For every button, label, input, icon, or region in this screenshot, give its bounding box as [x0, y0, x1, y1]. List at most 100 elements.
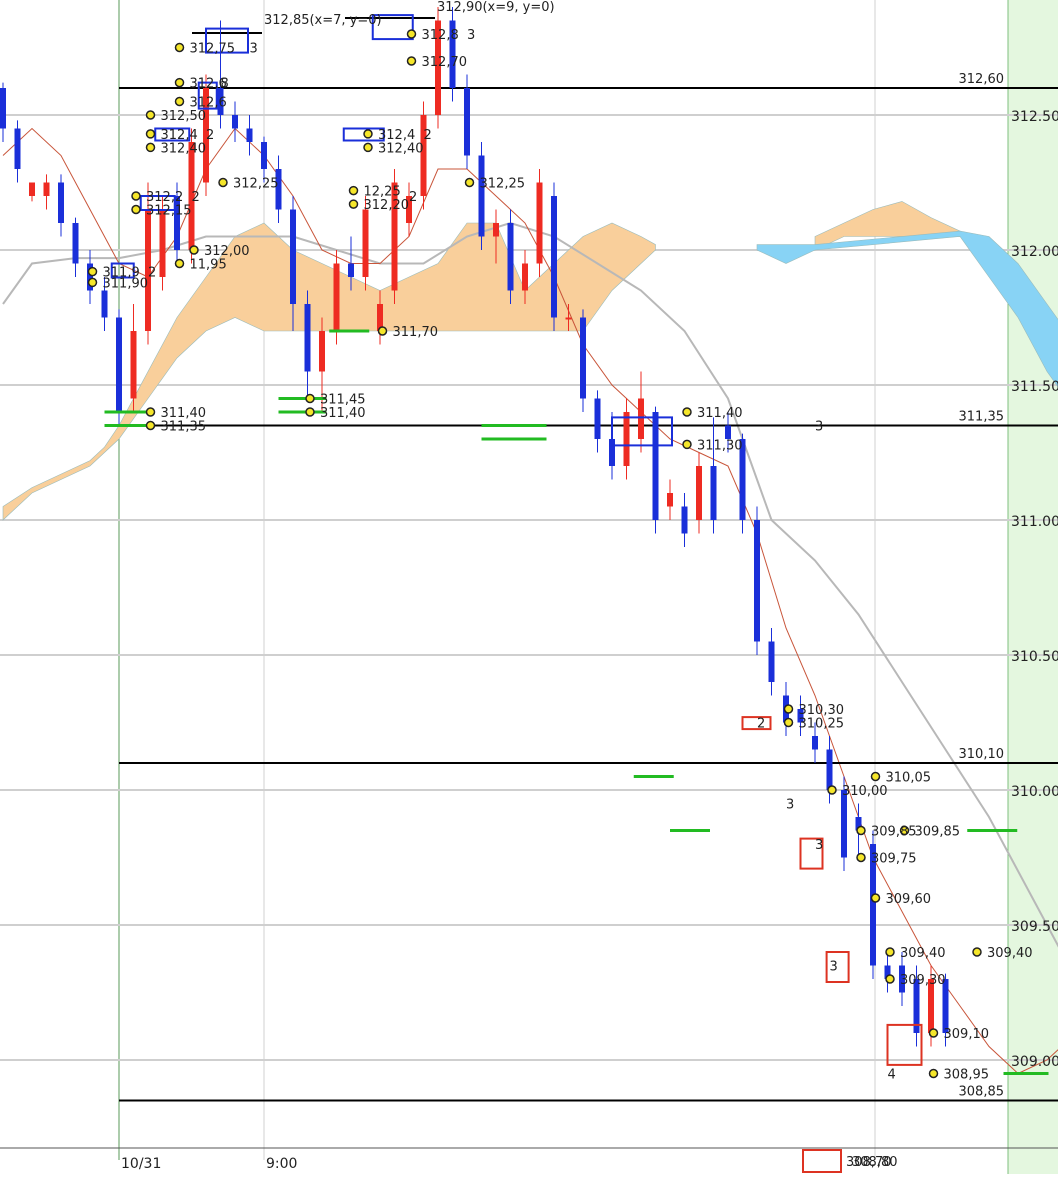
candle-body: [14, 128, 21, 169]
candle-body: [130, 331, 137, 399]
signal-marker: [972, 947, 982, 957]
price-annotation: 311,40: [320, 406, 366, 421]
count-annotation: 2: [206, 128, 214, 143]
price-annotation: 312,20: [364, 198, 410, 213]
level-label: 310,10: [959, 747, 1005, 762]
price-annotation: 312,25: [233, 177, 279, 192]
signal-marker: [783, 704, 794, 714]
price-annotation: 312,50: [161, 109, 207, 124]
price-annotation: 310,05: [886, 771, 932, 786]
candle-body: [696, 466, 702, 520]
price-annotation: 309,30: [900, 973, 946, 988]
y-tick-label: 309.00: [1011, 1054, 1058, 1070]
count-annotation: 4: [888, 1068, 896, 1083]
signal-marker: [87, 277, 98, 288]
signal-marker: [174, 42, 185, 53]
signal-marker: [928, 1068, 939, 1079]
signal-marker: [348, 185, 359, 196]
count-annotation: 3: [815, 420, 823, 435]
candle-body: [725, 425, 731, 439]
signal-marker: [377, 326, 388, 336]
signal-marker: [682, 407, 692, 417]
candle-body: [116, 317, 122, 412]
price-annotation: 310,00: [842, 784, 888, 799]
candle-body: [290, 209, 296, 304]
signal-marker: [174, 258, 185, 269]
y-tick-label: 312.00: [1011, 244, 1058, 260]
price-annotation: 312,25: [480, 177, 526, 192]
price-axis-panel: [1008, 0, 1058, 1174]
signal-marker: [406, 56, 417, 66]
count-annotation: 2: [757, 717, 765, 732]
price-annotation: 308,95: [944, 1068, 990, 1083]
candle-body: [768, 641, 775, 682]
signal-marker: [305, 393, 315, 404]
signal-marker: [827, 785, 837, 795]
candle-body: [522, 263, 528, 291]
level-label: 311,35: [959, 410, 1005, 425]
candle-body: [304, 304, 311, 372]
signal-marker: [348, 199, 359, 209]
signal-marker: [145, 420, 156, 431]
candle-body: [29, 182, 35, 196]
candlestick-chart: 312,60 311,35 310,10 308,85 312,85(x=7, y=0)…: [0, 0, 1058, 1174]
signal-marker: [218, 177, 228, 188]
candle-body: [681, 506, 688, 534]
price-annotation: 309,40: [900, 946, 946, 961]
candle-body: [594, 398, 601, 439]
candle-body: [623, 412, 630, 466]
signal-marker: [406, 29, 417, 39]
peak-annotation: 312,85(x=7, y=0): [264, 13, 382, 28]
candle-body: [710, 466, 717, 520]
candle-body: [652, 412, 659, 520]
candle-body: [58, 182, 64, 223]
y-tick-label: 312.50: [1011, 109, 1058, 125]
price-annotation: 311,40: [697, 406, 743, 421]
signal-marker: [131, 191, 141, 201]
candle-body: [101, 290, 108, 318]
candle-body: [319, 331, 325, 372]
price-annotation: 312,75: [190, 42, 236, 57]
candle-body: [580, 317, 586, 399]
signal-marker: [189, 245, 199, 255]
count-annotation: 2: [409, 190, 417, 205]
signal-marker: [363, 142, 373, 153]
count-annotation: 2: [424, 128, 432, 143]
count-annotation: 3: [467, 28, 475, 43]
price-annotation: 312,40: [378, 141, 424, 156]
signal-marker: [363, 129, 373, 139]
signal-marker: [870, 893, 881, 903]
x-tick-label: 9:00: [266, 1156, 297, 1172]
candle-body: [232, 115, 238, 129]
y-tick-label: 310.00: [1011, 784, 1058, 800]
price-annotation: 311,70: [393, 325, 439, 340]
price-annotation: 311,35: [161, 420, 207, 435]
candle-body: [348, 263, 354, 277]
candle-body: [493, 223, 499, 237]
count-annotation: 3: [786, 798, 794, 813]
bottom-annotation: 308,80: [852, 1155, 898, 1170]
signal-marker: [464, 177, 475, 188]
price-annotation: 310,25: [799, 717, 845, 732]
candle-body: [826, 749, 833, 790]
signal-marker: [145, 407, 156, 417]
signal-marker: [305, 407, 315, 417]
level-label: 312,60: [959, 72, 1005, 87]
candle-body: [667, 493, 673, 507]
candle-body: [536, 182, 543, 264]
price-annotation: 312,15: [146, 204, 192, 219]
price-annotation: 311,30: [697, 438, 743, 453]
candle-body: [333, 263, 340, 331]
candle-body: [72, 223, 79, 264]
signal-marker: [174, 96, 185, 107]
count-annotation: 3: [815, 838, 823, 853]
level-label: 308,85: [959, 1085, 1005, 1100]
peak-annotation: 312,90(x=9, y=0): [437, 0, 555, 15]
price-annotation: 309,60: [886, 892, 932, 907]
price-annotation: 309,10: [944, 1027, 990, 1042]
count-annotation: 8: [221, 77, 229, 92]
candle-body: [812, 736, 818, 750]
price-annotation: 312,40: [161, 141, 207, 156]
price-annotation: 312,8: [422, 28, 459, 43]
y-tick-label: 311.50: [1011, 379, 1058, 395]
